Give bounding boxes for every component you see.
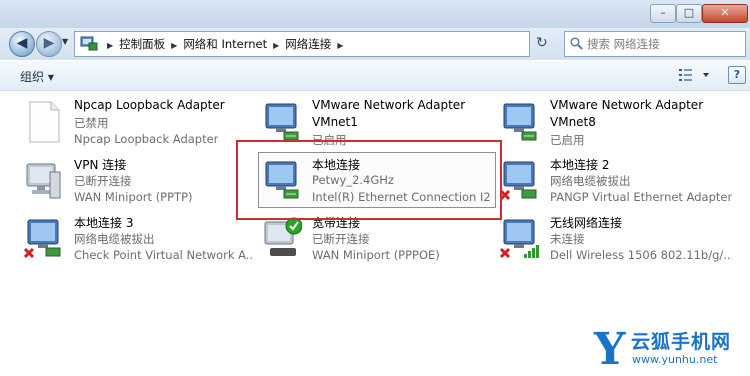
organize-button[interactable]: 组织 ▾ [20,68,54,85]
close-button[interactable]: ✕ [702,4,748,23]
list-item-local-connection-2[interactable]: 本地连接 2 网络电缆被拔出 PANGP Virtual Ethernet Ad… [500,154,732,208]
item-name: VMware Network Adapter [550,98,704,112]
item-status: 已断开连接 [74,174,132,188]
watermark-logo: Y [594,324,626,375]
maximize-button[interactable]: □ [676,4,702,23]
back-arrow-icon: ◀ [16,35,28,51]
breadcrumb: ▶ 控制面板 ▶ 网络和 Internet ▶ 网络连接 ▶ [101,32,349,56]
list-item-wireless[interactable]: 无线网络连接 未连接 Dell Wireless 1506 802.11b/g/… [500,212,732,266]
list-item-vmnet8[interactable]: VMware Network Adapter VMnet8 已启用 [500,96,732,150]
item-device: Npcap Loopback Adapter [74,132,219,146]
search-input[interactable]: 搜索 网络连接 [564,31,746,57]
change-view-button[interactable] [678,67,712,83]
help-button[interactable]: ? [728,66,746,84]
view-list-icon [679,69,692,81]
wireless-icon [500,219,539,259]
watermark-url: www.yunhu.net [632,353,718,366]
item-status: 网络电缆被拔出 [550,174,631,188]
item-name: Npcap Loopback Adapter [74,98,225,112]
forward-arrow-icon: ▶ [43,35,55,51]
item-name-line2: VMnet8 [550,115,596,129]
highlight-annotation [236,140,502,220]
forward-button[interactable]: ▶ [36,31,62,57]
search-icon [570,37,583,50]
network-monitor-icon [503,103,537,141]
item-name: 本地连接 3 [74,216,134,230]
item-status: 已启用 [550,133,585,147]
item-name: VPN 连接 [74,158,127,172]
breadcrumb-network-connections[interactable]: 网络连接 [285,37,331,51]
title-bar: – □ ✕ [0,0,750,29]
item-name: 无线网络连接 [550,216,623,230]
item-device: Dell Wireless 1506 802.11b/g/... [550,248,732,262]
breadcrumb-network-internet[interactable]: 网络和 Internet [183,37,267,51]
network-disconnected-icon [24,219,61,259]
item-device: WAN Miniport (PPPOE) [312,248,440,262]
item-name: VMware Network Adapter [312,98,466,112]
item-name: 本地连接 2 [550,158,610,172]
list-item-broadband[interactable]: 宽带连接 已断开连接 WAN Miniport (PPPOE) [262,212,494,266]
minimize-button[interactable]: – [650,4,676,23]
address-bar[interactable]: ▶控制面板▶网络和 Internet▶网络连接▶ ▼ [74,31,530,57]
chevron-down-icon [703,73,709,77]
recent-pages-dropdown[interactable]: ▼ [62,37,68,46]
breadcrumb-control-panel[interactable]: 控制面板 [119,37,165,51]
breadcrumb-separator-icon[interactable]: ▶ [337,41,343,50]
item-name-line2: VMnet1 [312,115,358,129]
list-item-vpn[interactable]: VPN 连接 已断开连接 WAN Miniport (PPTP) [24,154,256,208]
vpn-computer-icon [26,163,61,199]
navigation-bar: ◀ ▶ ▼ ▶控制面板▶网络和 Internet▶网络连接▶ ▼ ↻ 搜索 网络… [0,28,750,60]
list-item-npcap[interactable]: Npcap Loopback Adapter 已禁用 Npcap Loopbac… [24,96,256,150]
broadband-icon [264,217,302,256]
breadcrumb-separator-icon[interactable]: ▶ [273,41,279,50]
network-monitor-icon [265,103,299,141]
document-icon [29,101,60,143]
search-placeholder: 搜索 网络连接 [587,37,660,51]
item-device: PANGP Virtual Ethernet Adapter [550,190,733,204]
item-device: Check Point Virtual Network A... [74,248,252,262]
back-button[interactable]: ◀ [9,31,35,57]
network-disconnected-icon [500,161,537,201]
breadcrumb-separator-icon[interactable]: ▶ [171,41,177,50]
item-status: 已禁用 [74,116,109,130]
refresh-icon: ↻ [536,35,548,51]
item-status: 网络电缆被拔出 [74,232,155,246]
network-folder-icon [80,36,98,51]
item-status: 已断开连接 [312,232,370,246]
refresh-button[interactable]: ↻ [536,35,548,51]
list-item-local-connection-3[interactable]: 本地连接 3 网络电缆被拔出 Check Point Virtual Netwo… [24,212,256,266]
item-device: WAN Miniport (PPTP) [74,190,193,204]
watermark-title: 云狐手机网 [631,331,732,353]
breadcrumb-separator-icon[interactable]: ▶ [107,41,113,50]
item-status: 未连接 [550,232,585,246]
command-bar: 组织 ▾ ? [0,61,750,91]
